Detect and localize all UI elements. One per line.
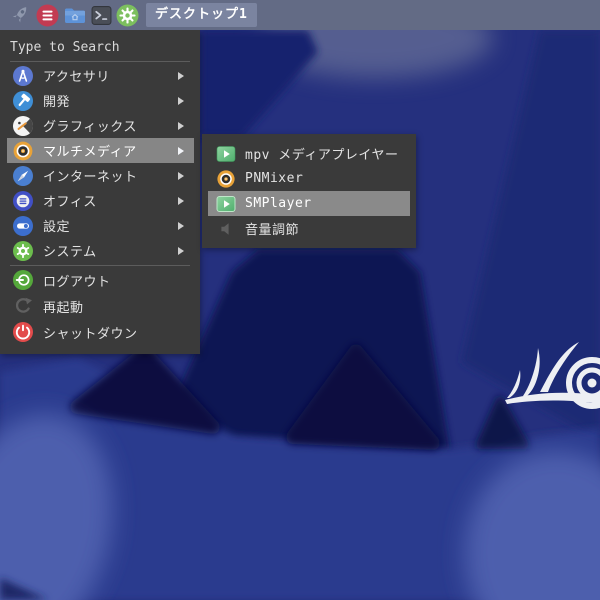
submenu-item-volume-label: 音量調節 (245, 223, 300, 238)
desktop-pager-label[interactable]: デスクトップ1 (146, 3, 257, 27)
menu-item-internet-label: インターネット (43, 170, 138, 185)
menu-item-multimedia-label: マルチメディア (43, 145, 137, 160)
menu-search-input[interactable]: Type to Search (0, 37, 200, 59)
menu-item-shutdown-label: シャットダウン (43, 326, 138, 342)
submenu-arrow-icon (178, 171, 184, 180)
menu-item-system[interactable]: システム (7, 238, 194, 263)
menu-session-list: ログアウト再起動シャットダウン (0, 267, 200, 345)
smplayer-icon (216, 194, 236, 214)
submenu-arrow-icon (178, 221, 184, 230)
restart-icon (12, 295, 34, 317)
multimedia-icon (12, 140, 34, 162)
menu-item-office[interactable]: オフィス (7, 188, 194, 213)
shutdown-icon (12, 321, 34, 343)
submenu-item-volume[interactable]: 音量調節 (208, 216, 410, 241)
menu-separator (10, 61, 190, 62)
graphics-icon (12, 115, 34, 137)
internet-icon (12, 165, 34, 187)
submenu-item-mpv[interactable]: mpv メディアプレイヤー (208, 141, 410, 166)
submenu-item-list: mpv メディアプレイヤー PNMixer SMPlayer 音量調節 (202, 141, 416, 241)
menu-item-settings-label: 設定 (43, 220, 71, 235)
terminal-icon[interactable] (91, 5, 112, 26)
submenu-item-smplayer-label: SMPlayer (245, 196, 312, 211)
menu-item-accessories[interactable]: アクセサリ (7, 63, 194, 88)
rocket-icon[interactable] (8, 2, 32, 28)
menu-item-internet[interactable]: インターネット (7, 163, 194, 188)
submenu-item-smplayer[interactable]: SMPlayer (208, 191, 410, 216)
submenu-arrow-icon (178, 246, 184, 255)
submenu-arrow-icon (178, 71, 184, 80)
menu-item-office-label: オフィス (43, 195, 97, 210)
submenu-item-mpv-label: mpv メディアプレイヤー (245, 148, 399, 163)
accessories-icon (12, 65, 34, 87)
development-icon (12, 90, 34, 112)
menu-item-system-label: システム (43, 245, 97, 260)
office-icon (12, 190, 34, 212)
volume-muted-icon (216, 219, 236, 239)
file-manager-icon[interactable] (63, 4, 87, 27)
menu-item-settings[interactable]: 設定 (7, 213, 194, 238)
submenu-item-pnmixer-label: PNMixer (245, 171, 304, 186)
pnmixer-icon (216, 169, 236, 189)
submenu-arrow-icon (178, 121, 184, 130)
mpv-icon (216, 144, 236, 164)
menu-item-graphics[interactable]: グラフィックス (7, 113, 194, 138)
menu-item-restart-label: 再起動 (43, 300, 84, 316)
menu-separator (10, 265, 190, 266)
menu-item-shutdown[interactable]: シャットダウン (7, 319, 194, 345)
submenu-arrow-icon (178, 96, 184, 105)
logout-icon (12, 269, 34, 291)
menu-launcher-icon[interactable] (36, 4, 59, 27)
menu-item-development-label: 開発 (43, 95, 71, 110)
menu-item-logout-label: ログアウト (43, 274, 111, 290)
menu-item-multimedia[interactable]: マルチメディア (7, 138, 194, 163)
submenu-arrow-icon (178, 196, 184, 205)
menu-item-development[interactable]: 開発 (7, 88, 194, 113)
multimedia-submenu: mpv メディアプレイヤー PNMixer SMPlayer 音量調節 (202, 134, 416, 248)
menu-item-accessories-label: アクセサリ (43, 70, 110, 85)
submenu-item-pnmixer[interactable]: PNMixer (208, 166, 410, 191)
applications-menu: Type to Search アクセサリ開発グラフィックス マルチメディア インター… (0, 30, 200, 354)
menu-item-graphics-label: グラフィックス (43, 120, 137, 135)
settings-launcher-icon[interactable] (116, 4, 139, 27)
top-panel: デスクトップ1 (0, 0, 600, 30)
submenu-arrow-icon (178, 146, 184, 155)
menu-item-restart[interactable]: 再起動 (7, 293, 194, 319)
menu-category-list: アクセサリ開発グラフィックス マルチメディア インターネット オフィス設定システム (0, 63, 200, 263)
system-icon (12, 240, 34, 262)
menu-item-logout[interactable]: ログアウト (7, 267, 194, 293)
settings-icon (12, 215, 34, 237)
